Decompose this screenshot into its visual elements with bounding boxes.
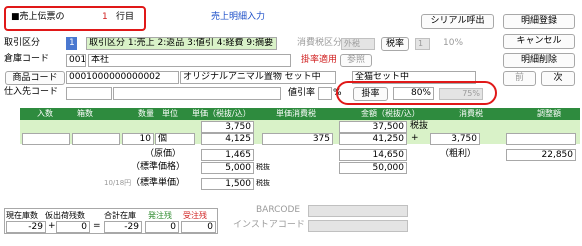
nyusu-cell[interactable] [22, 133, 70, 145]
chosei-cell[interactable] [506, 133, 576, 145]
stock-zaiko-value: -29 [6, 221, 46, 233]
supplier-name [113, 87, 281, 100]
col-chosei: 調整額 [537, 108, 561, 120]
tanka-cell[interactable]: 4,125 [201, 133, 254, 145]
highlight-kakeritsu [336, 81, 497, 105]
stock-hatchu-value: 0 [145, 221, 179, 233]
tani-cell[interactable]: 個 [155, 133, 195, 145]
product-name-input[interactable]: オリジナルアニマル置物 セット中 [180, 71, 336, 84]
instore-field [308, 220, 408, 232]
hyojun-label: （標準価格） [131, 162, 186, 172]
tax-kubun-field: 外税 [341, 38, 375, 50]
stock-gokei-value: -29 [104, 221, 142, 233]
col-suryo: 数量 [138, 108, 154, 120]
tanka-incl-cell[interactable]: 3,750 [201, 121, 254, 133]
genka-kingaku[interactable]: 14,650 [339, 149, 407, 161]
warehouse-name: 本社 [88, 54, 291, 67]
reference-button[interactable]: 参照 [340, 54, 372, 67]
col-nyusu: 入数 [37, 108, 53, 120]
arari-label: （粗利） [440, 149, 477, 159]
torihiki-input[interactable]: 1 [66, 37, 77, 50]
supplier-label: 仕入先コード [4, 87, 59, 97]
tax-rate-code: 1 [415, 38, 430, 50]
hyojun-kingaku[interactable]: 50,000 [339, 162, 407, 174]
supplier-code-input[interactable] [66, 87, 112, 100]
hyojun-suffix: 税抜 [256, 163, 270, 171]
col-tani: 単位 [162, 108, 178, 120]
col-hakosu: 箱数 [77, 108, 93, 120]
instore-label: インストアコード [233, 220, 305, 230]
serial-button[interactable]: シリアル呼出 [421, 14, 494, 29]
hyojun-tanka-prefix: 10/18円 [104, 179, 132, 187]
plus-sign: + [411, 133, 419, 143]
tax-kubun-label: 消費税区分 [297, 38, 343, 48]
hakosu-cell[interactable] [72, 133, 120, 145]
screen-title: 売上明細入力 [211, 12, 266, 22]
stock-eq: = [93, 221, 101, 231]
tax-apply-label: 掛率適用 [301, 55, 338, 65]
shohizei-cell[interactable]: 3,750 [430, 133, 480, 145]
warehouse-code-input[interactable]: 001 [66, 54, 86, 67]
hyojun-tanka-label: （標準単価） [131, 178, 186, 188]
detail-delete-button[interactable]: 明細削除 [503, 53, 575, 68]
genka-label: （原価） [145, 149, 182, 159]
product-code-input[interactable]: 0001000000000002 [66, 71, 179, 84]
highlight-doc-row [4, 6, 146, 31]
tax-rate-percent: 10% [443, 38, 464, 48]
stock-juchu-value: 0 [181, 221, 216, 233]
genka-tanka[interactable]: 1,465 [201, 149, 254, 161]
discount-label: 値引率 [288, 88, 316, 98]
kingaku-incl-cell[interactable]: 37,500 [339, 121, 407, 133]
suryo-cell[interactable]: 10 [122, 133, 154, 145]
next-button[interactable]: 次 [541, 71, 575, 86]
hyojun-tanka-value[interactable]: 1,500 [201, 178, 254, 190]
tanka-tax-cell[interactable]: 375 [262, 133, 333, 145]
tax-rate-button[interactable]: 税率 [381, 37, 409, 51]
barcode-label: BARCODE [256, 205, 301, 215]
stock-kari-value: 0 [56, 221, 90, 233]
prev-button[interactable]: 前 [503, 71, 536, 86]
col-tanka: 単価（税抜/込） [192, 108, 251, 120]
detail-register-button[interactable]: 明細登録 [503, 14, 575, 29]
stock-plus: + [48, 221, 56, 231]
hyojun-tanka[interactable]: 5,000 [201, 162, 254, 174]
kingaku-cell[interactable]: 41,250 [339, 133, 407, 145]
cancel-button[interactable]: キャンセル [503, 34, 575, 49]
barcode-field [308, 205, 408, 217]
product-code-button[interactable]: 商品コード [5, 71, 65, 85]
arari-value: 22,850 [506, 149, 576, 161]
hyojun-tanka-suffix: 税抜 [256, 179, 270, 187]
col-kingaku: 金額（税抜/込） [361, 108, 420, 120]
warehouse-label: 倉庫コード [4, 54, 50, 64]
torihiki-label: 取引区分 [4, 38, 41, 48]
discount-input[interactable] [318, 87, 332, 100]
col-shohizei: 消費税 [459, 108, 483, 120]
col-tanka-tax: 単価消費税 [276, 108, 316, 120]
torihiki-hint: 取引区分 1:売上 2:返品 3:値引 4:経費 9:摘要 [86, 37, 277, 50]
